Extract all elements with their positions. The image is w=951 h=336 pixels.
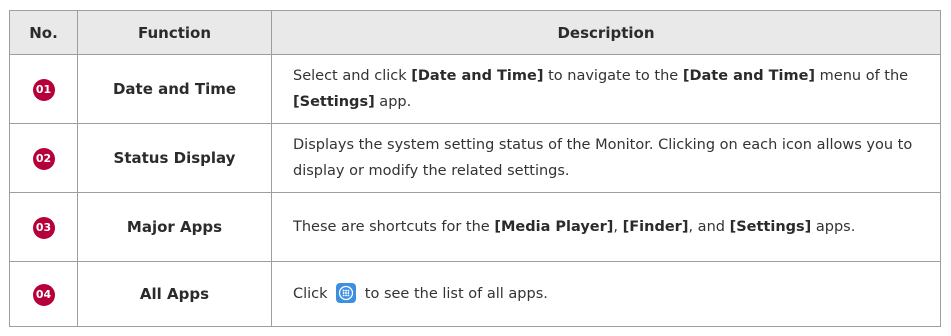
function-name: All Apps bbox=[77, 261, 272, 327]
function-name: Major Apps bbox=[77, 192, 272, 262]
table-header-row: No. Function Description bbox=[9, 10, 941, 55]
number-badge: 01 bbox=[32, 78, 55, 101]
description: These are shortcuts for the [Media Playe… bbox=[271, 192, 941, 262]
table-row-all-apps: 04 All Apps Click to see the list of all… bbox=[9, 261, 941, 327]
number-badge: 03 bbox=[32, 216, 55, 239]
table-row-date-and-time: 01 Date and Time Select and click [Date … bbox=[9, 54, 941, 124]
keyword: [Date and Time] bbox=[411, 68, 544, 84]
function-table: No. Function Description 01 Date and Tim… bbox=[9, 10, 941, 327]
table-row-status-display: 02 Status Display Displays the system se… bbox=[9, 123, 941, 193]
header-function: Function bbox=[77, 10, 272, 55]
function-name: Date and Time bbox=[77, 54, 272, 124]
function-name: Status Display bbox=[77, 123, 272, 193]
all-apps-icon bbox=[336, 282, 357, 303]
description: Displays the system setting status of th… bbox=[271, 123, 941, 193]
keyword: [Finder] bbox=[622, 219, 689, 235]
table-row-major-apps: 03 Major Apps These are shortcuts for th… bbox=[9, 192, 941, 262]
description: Click to see the list of all apps. bbox=[271, 261, 941, 327]
description: Select and click [Date and Time] to navi… bbox=[271, 54, 941, 124]
keyword: [Settings] bbox=[293, 94, 375, 110]
number-badge: 02 bbox=[32, 147, 55, 170]
keyword: [Media Player] bbox=[494, 219, 614, 235]
number-badge: 04 bbox=[32, 283, 55, 306]
keyword: [Settings] bbox=[729, 219, 812, 235]
keyword: [Date and Time] bbox=[682, 68, 816, 84]
header-no: No. bbox=[9, 10, 78, 55]
header-description: Description bbox=[271, 10, 941, 55]
